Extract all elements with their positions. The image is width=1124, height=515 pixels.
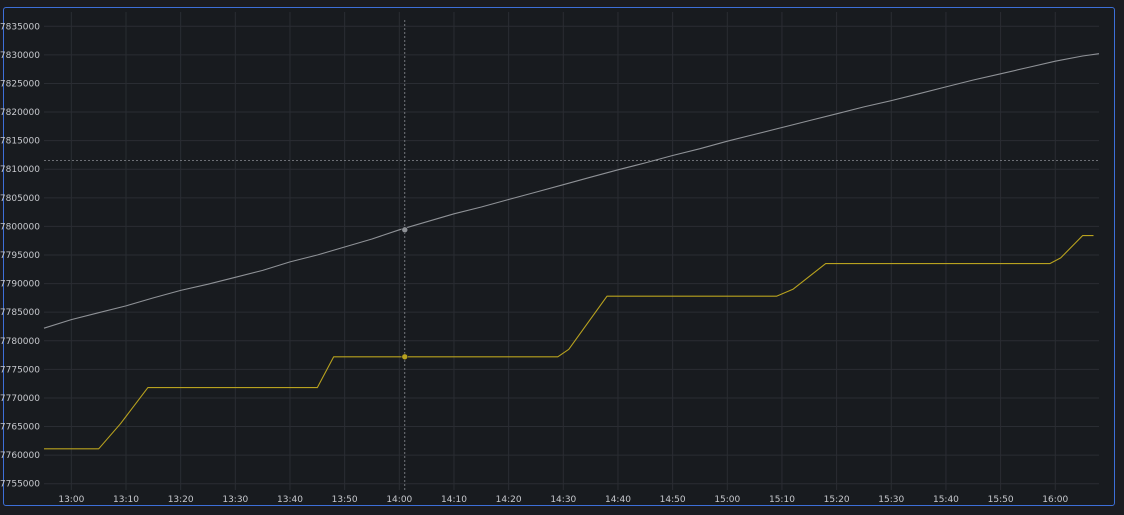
x-tick-label: 14:10 — [441, 495, 467, 505]
x-tick-label: 15:50 — [988, 495, 1014, 505]
x-tick-label: 13:40 — [277, 495, 303, 505]
y-tick-label: 7755000 — [0, 480, 40, 490]
series-layer — [43, 53, 1100, 450]
y-tick-label: 7825000 — [0, 79, 40, 89]
y-tick-label: 7775000 — [0, 365, 40, 375]
x-tick-label: 15:00 — [714, 495, 740, 505]
y-tick-label: 7800000 — [0, 222, 40, 232]
x-tick-label: 15:20 — [824, 495, 850, 505]
x-tick-label: 14:00 — [386, 495, 412, 505]
x-tick-label: 14:50 — [660, 495, 686, 505]
x-tick-label: 14:20 — [496, 495, 522, 505]
x-tick-label: 13:00 — [58, 495, 84, 505]
grid — [44, 12, 1099, 490]
x-tick-label: 15:30 — [878, 495, 904, 505]
series-line-2 — [44, 235, 1094, 450]
y-tick-label: 7810000 — [0, 165, 40, 175]
x-tick-label: 14:40 — [605, 495, 631, 505]
x-tick-label: 15:10 — [769, 495, 795, 505]
y-tick-label: 7835000 — [0, 22, 40, 32]
y-tick-label: 7780000 — [0, 337, 40, 347]
y-axis: 7835000 7830000 7825000 7820000 7815000 78100… — [0, 22, 40, 489]
y-tick-label: 7760000 — [0, 451, 40, 461]
x-tick-label: 13:50 — [332, 495, 358, 505]
y-tick-label: 7815000 — [0, 137, 40, 147]
y-tick-label: 7765000 — [0, 423, 40, 433]
series-line-1 — [43, 53, 1100, 329]
series-1-hover-point — [401, 226, 409, 234]
x-tick-label: 15:40 — [933, 495, 959, 505]
y-tick-label: 7820000 — [0, 108, 40, 118]
y-tick-label: 7830000 — [0, 51, 40, 61]
y-tick-label: 7785000 — [0, 308, 40, 318]
y-tick-label: 7790000 — [0, 280, 40, 290]
x-tick-label: 13:30 — [222, 495, 248, 505]
x-tick-label: 14:30 — [550, 495, 576, 505]
x-tick-label: 13:10 — [113, 495, 139, 505]
series-2-hover-point — [401, 353, 409, 361]
x-tick-label: 13:20 — [168, 495, 194, 505]
line-chart: 7835000 7830000 7825000 7820000 7815000 78100… — [0, 12, 1100, 505]
y-tick-label: 7795000 — [0, 251, 40, 261]
x-axis: 13:00 13:10 13:20 13:30 13:40 13:50 14:00 14:10… — [58, 495, 1068, 505]
x-tick-label: 16:00 — [1042, 495, 1068, 505]
y-tick-label: 7805000 — [0, 194, 40, 204]
y-tick-label: 7770000 — [0, 394, 40, 404]
